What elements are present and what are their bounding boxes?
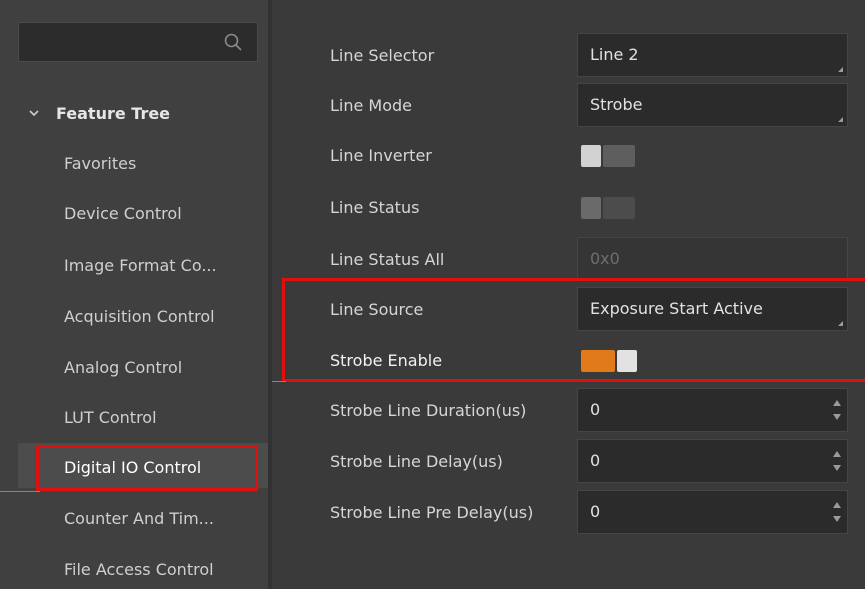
tree-item-acquisition-control[interactable]: Acquisition Control bbox=[64, 305, 215, 329]
spinner-arrows-icon[interactable] bbox=[833, 500, 841, 524]
toggle-track bbox=[603, 197, 635, 219]
line-status-all-field: 0x0 bbox=[577, 237, 848, 281]
strobe-line-pre-delay-input[interactable]: 0 bbox=[577, 490, 848, 534]
search-input[interactable] bbox=[18, 22, 258, 62]
toggle-track bbox=[603, 145, 635, 167]
feature-tree-header[interactable]: Feature Tree bbox=[28, 101, 170, 125]
highlight-marker bbox=[272, 381, 286, 382]
line-source-strobe-highlight-box bbox=[282, 278, 865, 382]
tree-item-image-format-control[interactable]: Image Format Co... bbox=[64, 254, 217, 278]
toggle-knob bbox=[581, 197, 601, 219]
strobe-line-duration-label: Strobe Line Duration(us) bbox=[330, 401, 527, 420]
search-icon[interactable] bbox=[223, 32, 243, 52]
dropdown-corner-icon bbox=[838, 67, 843, 72]
line-status-label: Line Status bbox=[330, 198, 420, 217]
line-mode-label: Line Mode bbox=[330, 96, 413, 115]
line-mode-dropdown[interactable]: Strobe bbox=[577, 83, 848, 127]
line-selector-label: Line Selector bbox=[330, 46, 435, 65]
line-inverter-toggle[interactable] bbox=[581, 145, 637, 167]
tree-item-favorites[interactable]: Favorites bbox=[64, 152, 136, 176]
line-status-toggle bbox=[581, 197, 637, 219]
spinner-arrows-icon[interactable] bbox=[833, 449, 841, 473]
tree-item-counter-and-timer-control[interactable]: Counter And Tim... bbox=[64, 507, 214, 531]
selection-highlight-box bbox=[36, 445, 258, 491]
strobe-line-duration-input[interactable]: 0 bbox=[577, 388, 848, 432]
strobe-line-delay-input[interactable]: 0 bbox=[577, 439, 848, 483]
feature-tree-panel: Feature Tree Favorites Device Control Im… bbox=[0, 0, 268, 589]
dropdown-corner-icon bbox=[838, 117, 843, 122]
tree-item-analog-control[interactable]: Analog Control bbox=[64, 356, 182, 380]
strobe-line-delay-label: Strobe Line Delay(us) bbox=[330, 452, 503, 471]
spinner-arrows-icon[interactable] bbox=[833, 398, 841, 422]
tree-item-file-access-control[interactable]: File Access Control bbox=[64, 558, 214, 582]
tree-item-device-control[interactable]: Device Control bbox=[64, 202, 182, 226]
selection-marker bbox=[0, 491, 40, 492]
strobe-line-pre-delay-label: Strobe Line Pre Delay(us) bbox=[330, 503, 534, 522]
tree-item-lut-control[interactable]: LUT Control bbox=[64, 406, 157, 430]
line-inverter-label: Line Inverter bbox=[330, 146, 432, 165]
toggle-knob bbox=[581, 145, 601, 167]
line-selector-dropdown[interactable]: Line 2 bbox=[577, 33, 848, 77]
line-status-all-label: Line Status All bbox=[330, 250, 445, 269]
chevron-down-icon[interactable] bbox=[28, 107, 40, 119]
panel-divider[interactable] bbox=[268, 0, 272, 589]
feature-tree-title: Feature Tree bbox=[56, 103, 171, 123]
